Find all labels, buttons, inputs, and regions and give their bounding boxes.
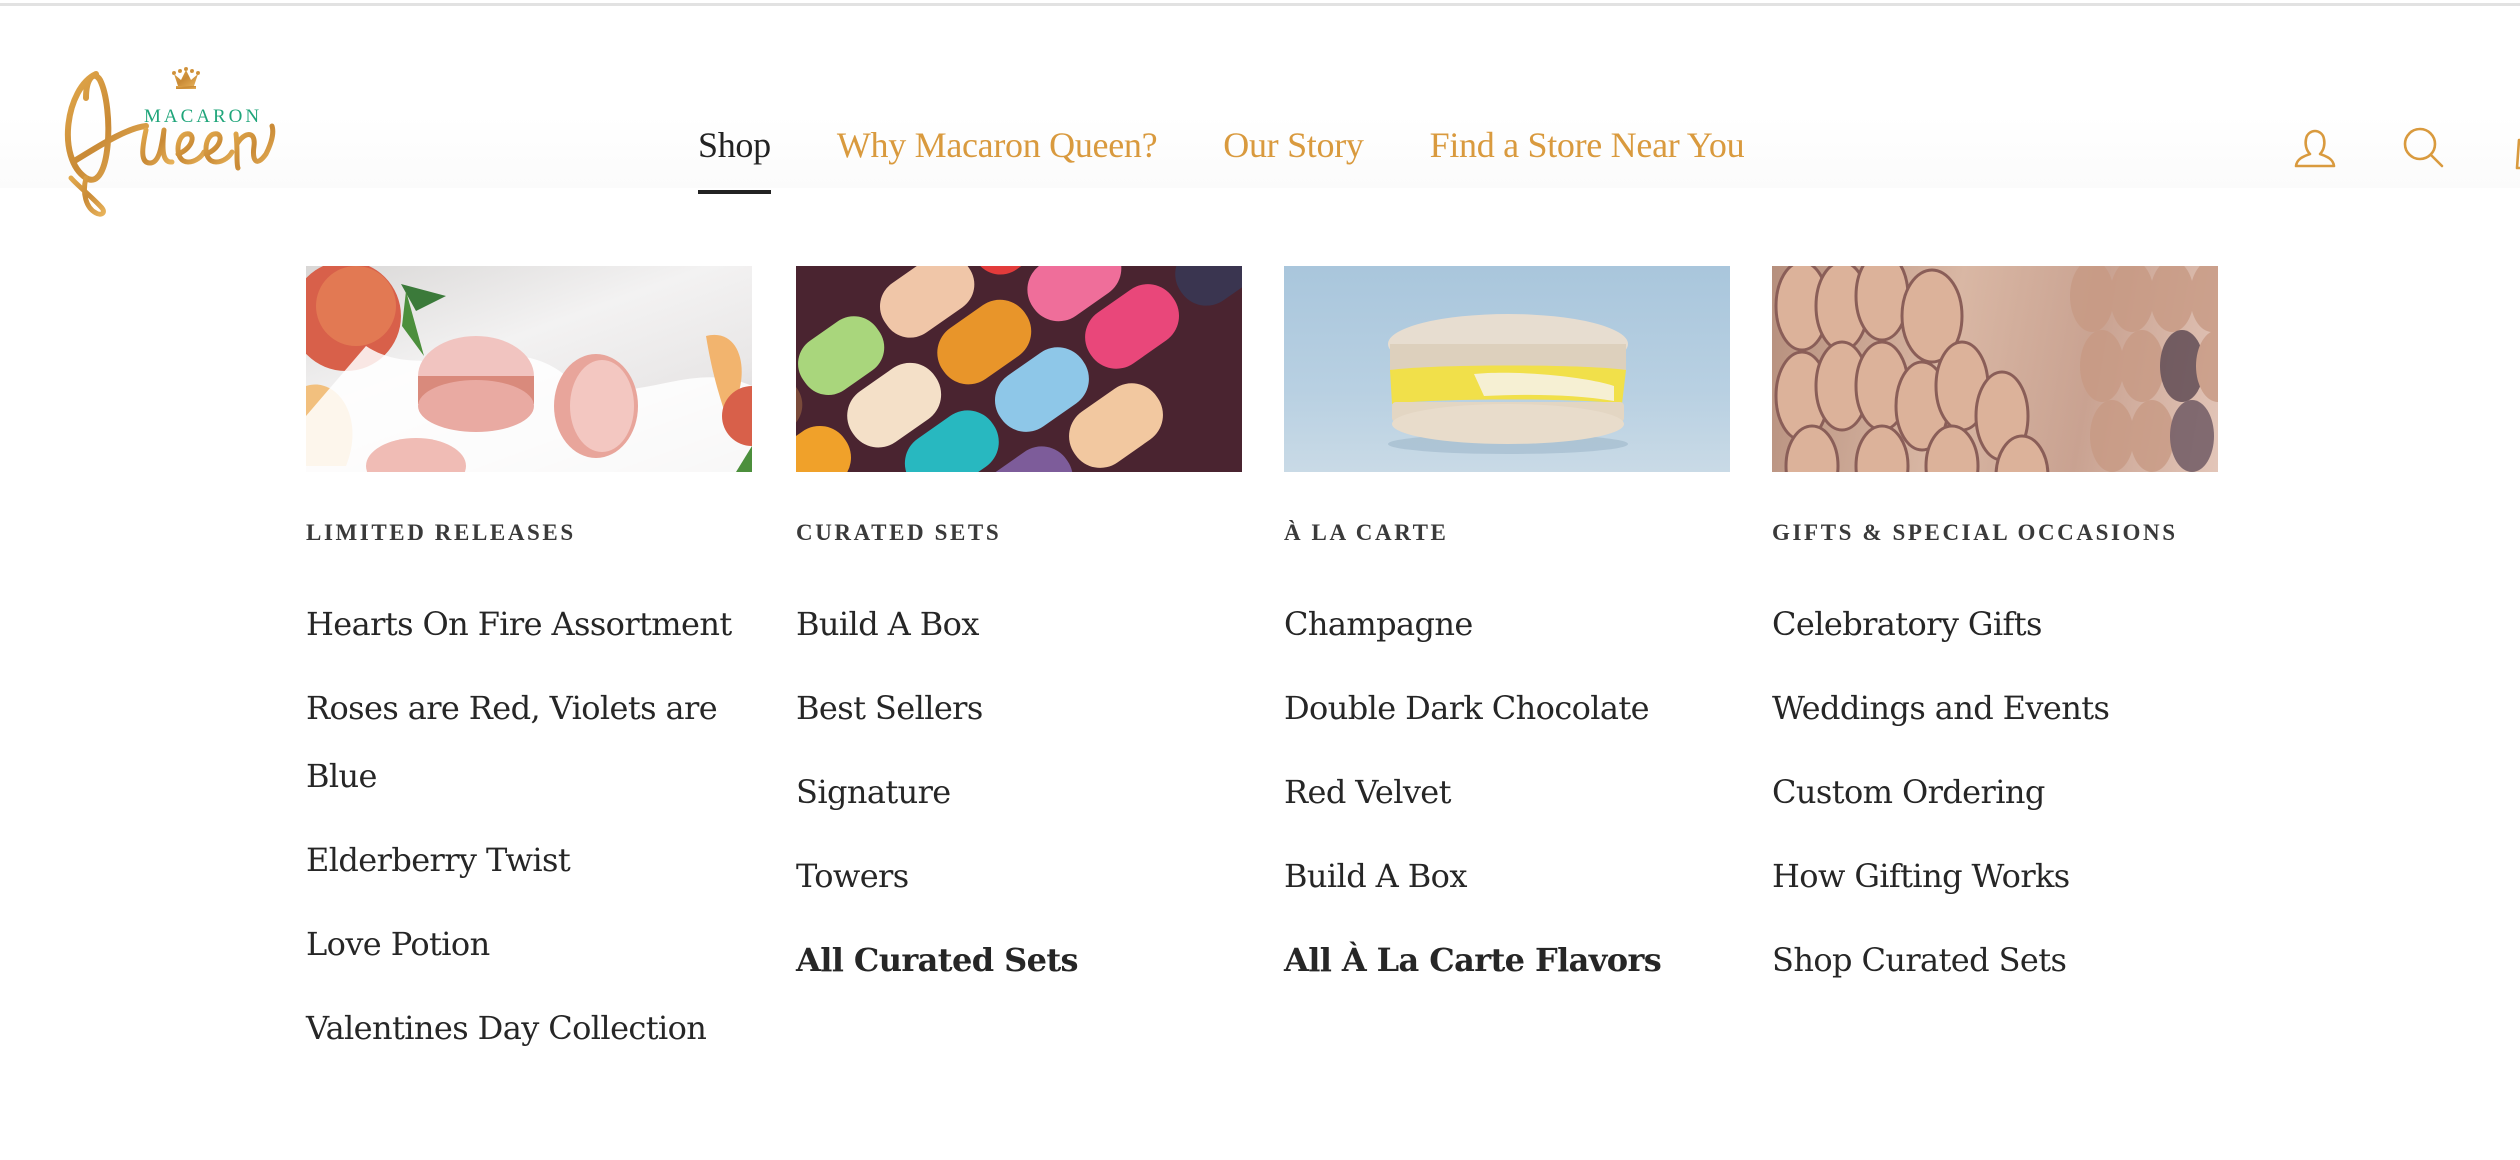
nav-why-macaron-queen[interactable]: Why Macaron Queen? [837,124,1158,194]
menu-list: Hearts On Fire Assortment Roses are Red,… [306,590,752,1062]
curated-sets-image[interactable] [796,266,1242,472]
menu-column-limited-releases: LIMITED RELEASES Hearts On Fire Assortme… [306,266,752,1078]
menu-link-signature[interactable]: Signature [796,758,1242,826]
account-icon [2294,129,2336,168]
account-button[interactable] [2291,124,2339,172]
nav-our-story[interactable]: Our Story [1223,124,1364,194]
main-nav: Shop Why Macaron Queen? Our Story Find a… [698,124,1745,194]
nav-find-a-store[interactable]: Find a Store Near You [1430,124,1745,194]
column-heading: GIFTS & SPECIAL OCCASIONS [1772,520,2178,545]
champagne-macaron-illustration [1388,314,1628,454]
menu-list: Build A Box Best Sellers Signature Tower… [796,590,1242,994]
column-heading: CURATED SETS [796,520,1002,545]
menu-link-build-a-box[interactable]: Build A Box [796,590,1242,658]
menu-link-hearts-on-fire[interactable]: Hearts On Fire Assortment [306,590,752,658]
menu-link-custom-ordering[interactable]: Custom Ordering [1772,758,2218,826]
menu-link-celebratory-gifts[interactable]: Celebratory Gifts [1772,590,2218,658]
site-header: MACARON Shop Why Macaron Queen? Our Stor… [0,6,2520,217]
menu-link-weddings-and-events[interactable]: Weddings and Events [1772,674,2218,742]
shop-mega-menu: LIMITED RELEASES Hearts On Fire Assortme… [0,188,2520,1160]
gifts-image[interactable] [1772,266,2218,472]
limited-releases-image[interactable] [306,266,752,472]
menu-column-curated-sets: CURATED SETS Build A Box Best Sellers Si… [796,266,1242,1010]
menu-link-all-curated-sets[interactable]: All Curated Sets [796,926,1242,994]
nav-shop[interactable]: Shop [698,124,771,194]
a-la-carte-image[interactable] [1284,266,1730,472]
menu-column-gifts-special-occasions: GIFTS & SPECIAL OCCASIONS Celebratory Gi… [1772,266,2218,1010]
menu-link-shop-curated-sets[interactable]: Shop Curated Sets [1772,926,2218,994]
menu-list: Champagne Double Dark Chocolate Red Velv… [1284,590,1730,994]
menu-link-towers[interactable]: Towers [796,842,1242,910]
menu-link-build-a-box[interactable]: Build A Box [1284,842,1730,910]
search-icon [2403,127,2444,168]
column-heading: À LA CARTE [1284,520,1449,545]
menu-link-how-gifting-works[interactable]: How Gifting Works [1772,842,2218,910]
colorful-macarons-illustration [796,266,1242,472]
menu-list: Celebratory Gifts Weddings and Events Cu… [1772,590,2218,994]
menu-link-red-velvet[interactable]: Red Velvet [1284,758,1730,826]
shopping-bag-icon [2515,138,2520,170]
logo-wordmark: MACARON [144,106,263,127]
menu-link-all-a-la-carte-flavors[interactable]: All À La Carte Flavors [1284,926,1730,994]
menu-link-valentines-day-collection[interactable]: Valentines Day Collection [306,994,752,1062]
macaron-tower-illustration [1774,266,2218,472]
column-heading: LIMITED RELEASES [306,520,576,545]
menu-column-a-la-carte: À LA CARTE Champagne Double Dark Chocola… [1284,266,1730,1010]
menu-link-champagne[interactable]: Champagne [1284,590,1730,658]
menu-link-roses-are-red[interactable]: Roses are Red, Violets are Blue [306,674,752,810]
search-button[interactable] [2400,124,2448,172]
menu-link-love-potion[interactable]: Love Potion [306,910,752,978]
menu-link-double-dark-chocolate[interactable]: Double Dark Chocolate [1284,674,1730,742]
cart-button[interactable] [2512,124,2520,172]
menu-link-elderberry-twist[interactable]: Elderberry Twist [306,826,752,894]
header-actions [2100,124,2520,184]
menu-link-best-sellers[interactable]: Best Sellers [796,674,1242,742]
peach-macarons-illustration [306,266,752,472]
